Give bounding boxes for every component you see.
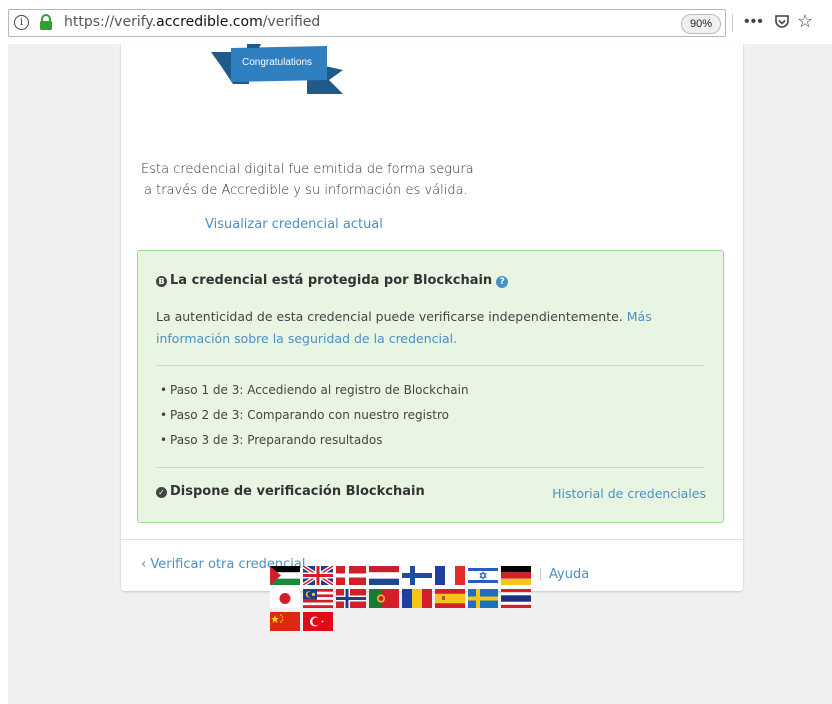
- flag-spanish-icon[interactable]: [435, 589, 465, 608]
- issued-line-1: Esta credencial digital fue emitida de f…: [141, 162, 474, 177]
- blockchain-verified: ✓ Dispone de verificación Blockchain: [156, 484, 425, 499]
- flag-dutch-icon[interactable]: [369, 566, 399, 585]
- verified-label: Dispone de verificación Blockchain: [170, 484, 425, 499]
- more-icon[interactable]: •••: [744, 13, 764, 31]
- flag-danish-icon[interactable]: [336, 566, 366, 585]
- flag-romanian-icon[interactable]: [402, 589, 432, 608]
- blockchain-description: La autenticidad de esta credencial puede…: [156, 306, 716, 350]
- flag-english-uk-icon[interactable]: [303, 566, 333, 585]
- flag-japanese-icon[interactable]: [270, 589, 300, 608]
- lock-icon[interactable]: [38, 14, 54, 31]
- credential-card: Congratulations Esta credencial digital …: [121, 44, 743, 591]
- flag-norwegian-icon[interactable]: [336, 589, 366, 608]
- card-divider: [121, 539, 743, 540]
- issued-line-2: a través de Accredible y su información …: [144, 183, 468, 198]
- url-path: /verified: [262, 14, 321, 30]
- divider: [156, 365, 704, 366]
- flag-finnish-icon[interactable]: [402, 566, 432, 585]
- blockchain-title: B La credencial está protegida por Blockc…: [156, 273, 509, 288]
- view-credential-link[interactable]: Visualizar credencial actual: [205, 217, 383, 232]
- divider: [156, 467, 704, 468]
- issued-statement: Esta credencial digital fue emitida de f…: [141, 159, 474, 201]
- step-item: Paso 3 de 3: Preparando resultados: [156, 433, 469, 458]
- flag-turkish-icon[interactable]: [303, 612, 333, 631]
- chevron-left-icon: ‹: [141, 557, 147, 572]
- star-icon[interactable]: ☆: [797, 11, 813, 32]
- step-item: Paso 2 de 3: Comparando con nuestro regi…: [156, 408, 469, 433]
- flag-hebrew-icon[interactable]: [468, 566, 498, 585]
- url-prefix: https://verify.: [64, 14, 157, 30]
- step-item: Paso 1 de 3: Accediendo al registro de B…: [156, 383, 469, 408]
- help-icon[interactable]: ?: [496, 276, 509, 288]
- flag-german-icon[interactable]: [501, 566, 531, 585]
- footer-separator: [540, 568, 541, 580]
- zoom-badge[interactable]: 90%: [681, 14, 721, 34]
- flag-portuguese-icon[interactable]: [369, 589, 399, 608]
- flag-thai-icon[interactable]: [501, 589, 531, 608]
- pocket-icon[interactable]: [774, 14, 790, 30]
- flag-malay-icon[interactable]: [303, 589, 333, 608]
- url-domain: accredible.com: [156, 14, 263, 30]
- help-link[interactable]: Ayuda: [549, 567, 589, 582]
- blockchain-icon: B: [156, 276, 167, 287]
- verification-steps: Paso 1 de 3: Accediendo al registro de B…: [156, 383, 469, 458]
- flag-chinese-icon[interactable]: [270, 612, 300, 631]
- blockchain-description-text: La autenticidad de esta credencial puede…: [156, 309, 623, 324]
- info-icon[interactable]: i: [14, 15, 29, 30]
- url-text[interactable]: https://verify.accredible.com/verified: [64, 14, 320, 30]
- flag-french-icon[interactable]: [435, 566, 465, 585]
- ribbon-label: Congratulations: [241, 57, 313, 68]
- blockchain-panel: B La credencial está protegida por Blockc…: [137, 250, 724, 523]
- flag-arabic-icon[interactable]: [270, 566, 300, 585]
- blockchain-title-text: La credencial está protegida por Blockch…: [170, 273, 493, 288]
- browser-toolbar: i https://verify.accredible.com/verified…: [0, 0, 832, 44]
- congratulations-ribbon: [211, 44, 343, 94]
- check-circle-icon: ✓: [156, 487, 167, 498]
- credential-history-link[interactable]: Historial de credenciales: [552, 486, 706, 501]
- flag-swedish-icon[interactable]: [468, 589, 498, 608]
- toolbar-separator: [732, 14, 733, 32]
